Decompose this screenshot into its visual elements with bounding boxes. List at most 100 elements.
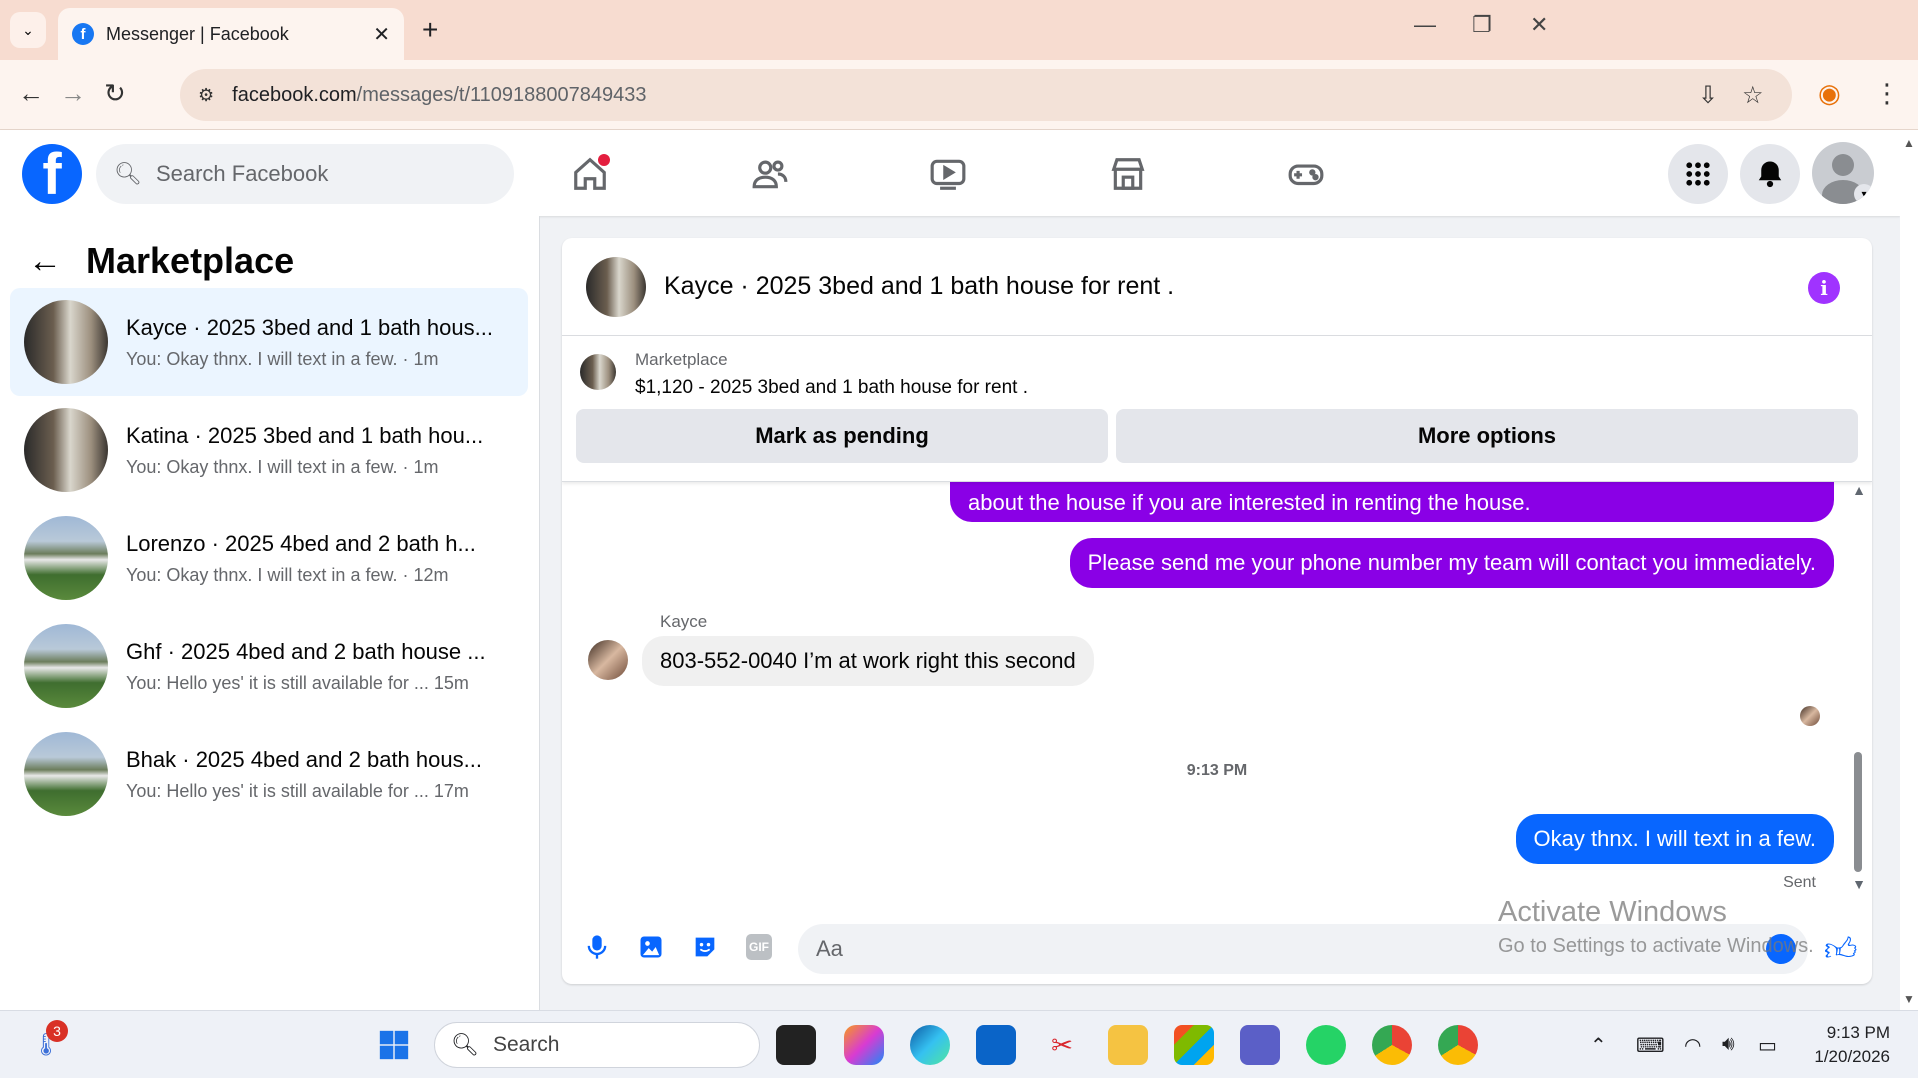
listing-title[interactable]: $1,120 - 2025 3bed and 1 bath house for …	[635, 377, 1028, 399]
tab-close-icon[interactable]: ✕	[373, 22, 390, 47]
bookmark-star-icon[interactable]: ☆	[1742, 81, 1764, 110]
more-options-button[interactable]: More options	[1116, 409, 1858, 463]
browser-toolbar: ← → ↻ ⚙ facebook.com/messages/t/11091880…	[0, 60, 1918, 130]
sender-avatar[interactable]	[588, 640, 628, 680]
sender-name: Kayce	[660, 612, 708, 631]
message-input[interactable]	[798, 924, 1808, 974]
chrome-profile-icon[interactable]	[1438, 1025, 1478, 1065]
conversation-preview: You: Okay thnx. I will text in a few. · …	[126, 564, 449, 585]
gif-icon[interactable]: GIF	[744, 932, 774, 962]
profile-icon[interactable]: ◉	[1818, 78, 1841, 109]
conversation-preview: You: Hello yes' it is still available fo…	[126, 672, 469, 693]
new-tab-icon[interactable]: +	[422, 14, 438, 46]
conversation-item[interactable]: Bhak · 2025 4bed and 2 bath hous... You:…	[10, 720, 528, 828]
conversation-avatar	[24, 408, 108, 492]
friends-icon[interactable]	[746, 150, 794, 198]
chat-avatar[interactable]	[586, 256, 646, 317]
message-status: Sent	[1783, 874, 1816, 891]
facebook-logo-icon[interactable]: f	[22, 144, 82, 204]
outlook-icon[interactable]	[976, 1025, 1016, 1065]
page-scrollbar[interactable]: ▲ ▼	[1900, 130, 1918, 1010]
chat-title[interactable]: Kayce · 2025 3bed and 1 bath house for r…	[664, 272, 1174, 301]
message-timestamp: 9:13 PM	[1186, 762, 1248, 779]
conversation-item[interactable]: Kayce · 2025 3bed and 1 bath hous... You…	[10, 288, 528, 396]
menu-grid-icon[interactable]	[1668, 144, 1728, 204]
snipping-tool-icon[interactable]: ✂	[1042, 1025, 1082, 1065]
panel-title: Marketplace	[86, 240, 295, 281]
info-icon[interactable]: i	[1808, 272, 1840, 304]
conversation-item[interactable]: Lorenzo · 2025 4bed and 2 bath h... You:…	[10, 504, 528, 612]
message-composer: GIF 👍︎	[562, 912, 1872, 984]
marketplace-icon[interactable]	[1104, 150, 1152, 198]
browser-menu-icon[interactable]: ⋮	[1874, 78, 1900, 109]
teams-icon[interactable]	[1240, 1025, 1280, 1065]
install-app-icon[interactable]: ⇩	[1698, 81, 1718, 110]
outgoing-message[interactable]: Okay thnx. I will text in a few.	[1515, 814, 1834, 864]
watch-icon[interactable]	[924, 150, 972, 198]
chrome-profile-m-icon[interactable]	[1372, 1025, 1412, 1065]
listing-thumbnail[interactable]	[580, 354, 616, 390]
address-bar[interactable]: ⚙ facebook.com/messages/t/11091880078494…	[180, 69, 1792, 121]
minimize-icon[interactable]: —	[1414, 12, 1436, 38]
reload-icon[interactable]: ↻	[104, 78, 126, 109]
system-clock[interactable]: 9:13 PM 1/20/2026	[1814, 1021, 1890, 1069]
conversation-avatar	[24, 300, 108, 384]
windows-taskbar: 🌡︎ 🔍︎ Search ✂ ⌃ ⌨ ◠ 🔊︎ ▭ 9:13 PM 1/20/2…	[0, 1010, 1918, 1078]
home-notification-dot	[598, 154, 610, 166]
edge-browser-icon[interactable]	[910, 1025, 950, 1065]
page-scroll-down-icon[interactable]: ▼	[1903, 992, 1915, 1006]
window-close-icon[interactable]: ✕	[1530, 12, 1548, 38]
conversation-preview: You: Okay thnx. I will text in a few. · …	[126, 456, 439, 477]
forward-icon[interactable]: →	[60, 78, 86, 109]
facebook-search-input[interactable]	[155, 161, 476, 187]
facebook-favicon-icon: f	[72, 23, 94, 45]
home-icon[interactable]	[566, 150, 614, 198]
gaming-icon[interactable]	[1282, 150, 1330, 198]
incoming-message[interactable]: 803-552-0040 I’m at work right this seco…	[642, 636, 1094, 686]
taskbar-search[interactable]: 🔍︎ Search	[434, 1022, 760, 1068]
windows-start-icon[interactable]	[374, 1025, 414, 1065]
page-scroll-up-icon[interactable]: ▲	[1903, 136, 1915, 150]
notifications-bell-icon[interactable]	[1740, 144, 1800, 204]
browser-tab-bar: ⌄ f Messenger | Facebook ✕ + — ❐ ✕	[0, 0, 1918, 60]
like-thumb-icon[interactable]: 👍︎	[1824, 930, 1857, 969]
microsoft-store-icon[interactable]	[1174, 1025, 1214, 1065]
scroll-up-icon[interactable]: ▲	[1852, 482, 1866, 498]
chat-scrollbar-thumb[interactable]	[1854, 752, 1862, 872]
conversation-item[interactable]: Katina · 2025 3bed and 1 bath hou... You…	[10, 396, 528, 504]
read-receipt-avatar	[1800, 706, 1820, 726]
keyboard-icon[interactable]: ⌨	[1636, 1033, 1665, 1058]
facebook-search-box[interactable]: 🔍︎	[96, 144, 514, 204]
conversation-name: Katina · 2025 3bed and 1 bath hou...	[126, 422, 484, 448]
account-avatar[interactable]: ▾	[1812, 142, 1874, 204]
tab-title: Messenger | Facebook	[106, 23, 289, 44]
file-explorer-icon[interactable]	[1108, 1025, 1148, 1065]
volume-icon[interactable]: 🔊︎	[1722, 1033, 1735, 1056]
scroll-down-icon[interactable]: ▼	[1852, 876, 1866, 892]
mark-as-pending-button[interactable]: Mark as pending	[576, 409, 1108, 463]
outgoing-message[interactable]: Please send me your phone number my team…	[1069, 538, 1834, 588]
conversation-item[interactable]: Ghf · 2025 4bed and 2 bath house ... You…	[10, 612, 528, 720]
back-icon[interactable]: ←	[18, 78, 44, 109]
emoji-icon[interactable]	[1766, 934, 1796, 964]
wifi-icon[interactable]: ◠	[1684, 1033, 1701, 1058]
show-hidden-icons-chevron-icon[interactable]: ⌃	[1590, 1033, 1607, 1058]
tab-search-dropdown-icon[interactable]: ⌄	[10, 12, 46, 48]
copilot-icon[interactable]	[844, 1025, 884, 1065]
restore-icon[interactable]: ❐	[1472, 12, 1492, 38]
message-thread: about the house if you are interested in…	[562, 468, 1872, 912]
task-view-icon[interactable]	[776, 1025, 816, 1065]
browser-tab[interactable]: f Messenger | Facebook ✕	[58, 8, 404, 60]
back-arrow-icon[interactable]: ←	[28, 242, 62, 281]
whatsapp-icon[interactable]	[1306, 1025, 1346, 1065]
search-icon: 🔍︎	[451, 1032, 479, 1057]
chevron-down-icon: ▾	[1854, 184, 1874, 204]
sticker-icon[interactable]	[690, 932, 720, 962]
site-info-icon[interactable]: ⚙	[198, 85, 214, 106]
battery-icon[interactable]: ▭	[1758, 1033, 1777, 1058]
microphone-icon[interactable]	[582, 932, 612, 962]
photo-icon[interactable]	[636, 932, 666, 962]
facebook-header: f 🔍︎ ▾	[0, 130, 1900, 216]
conversation-name: Lorenzo · 2025 4bed and 2 bath h...	[126, 530, 476, 556]
notification-count-badge: 3	[46, 1020, 68, 1042]
